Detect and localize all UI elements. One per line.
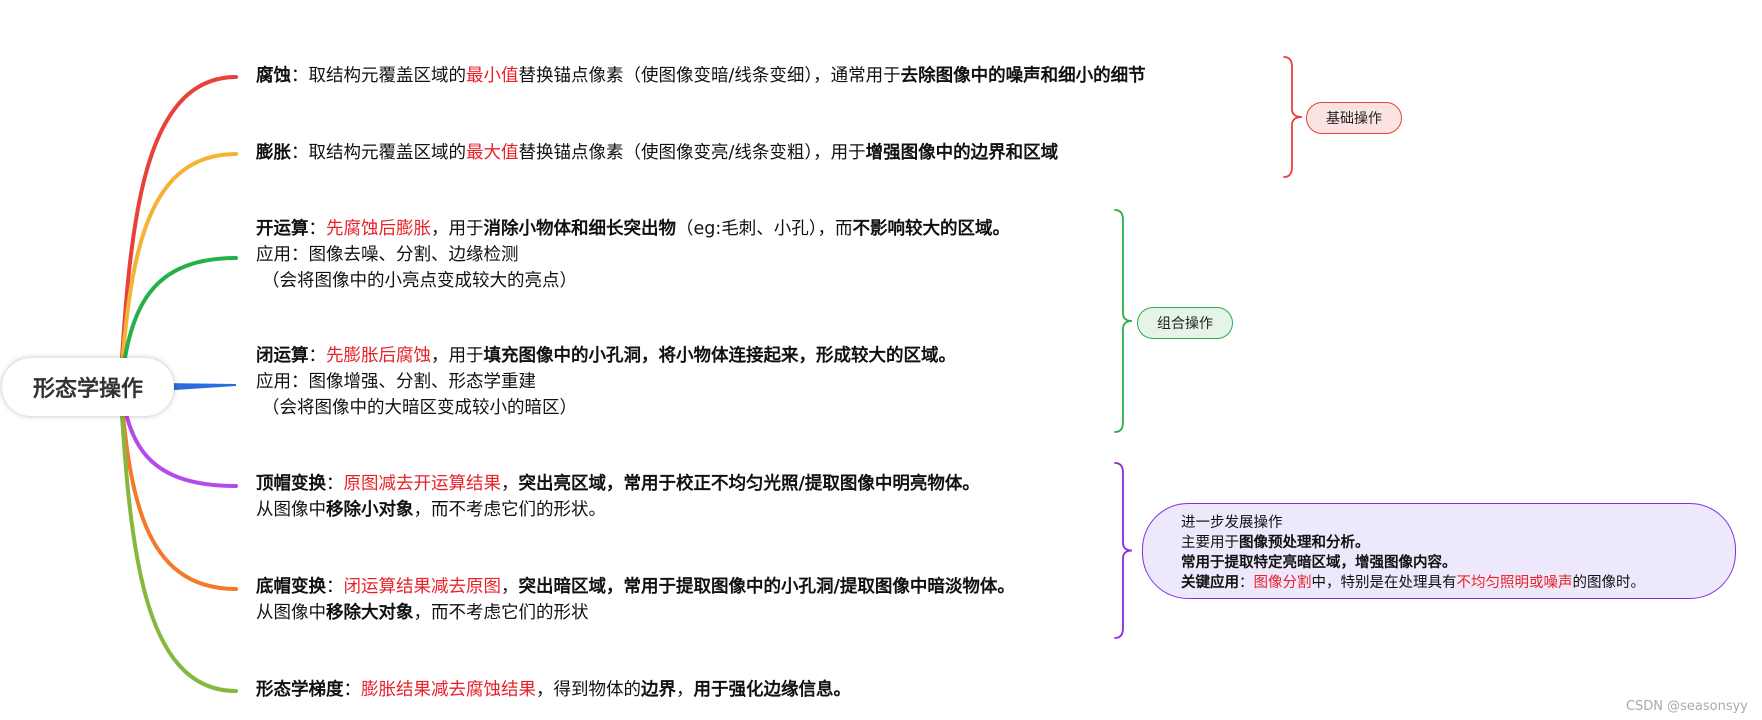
note-line-1: 进一步发展操作 xyxy=(1181,513,1735,533)
bold-text: 膨胀 xyxy=(256,143,291,163)
plain-text: 替换锚点像素（使图像变暗/线条变细），通常用于 xyxy=(518,66,901,86)
plain-text: ： xyxy=(308,346,327,366)
bold-text: 不影响较大的区域。 xyxy=(852,219,1011,239)
highlight-text: 闭运算结果减去原图 xyxy=(343,577,502,597)
item-closing-line-3: （会将图像中的大暗区变成较小的暗区） xyxy=(262,395,577,421)
plain-text: ， xyxy=(501,474,519,494)
root-label: 形态学操作 xyxy=(32,377,143,402)
highlight-text: 先膨胀后腐蚀 xyxy=(326,346,431,366)
bold-text: 关键应用 xyxy=(1181,575,1239,591)
watermark: CSDN @seasonsyy xyxy=(1625,699,1748,714)
item-blackhat-line-1: 底帽变换：闭运算结果减去原图，突出暗区域，常用于提取图像中的小孔洞/提取图像中暗… xyxy=(256,574,1015,600)
bold-text: 突出暗区域，常用于提取图像中的小孔洞/提取图像中暗淡物体。 xyxy=(518,577,1015,597)
plain-text: （eg:毛刺、小孔），而 xyxy=(676,219,853,239)
plain-text: ， xyxy=(501,577,519,597)
group-tag-combined-label: 组合操作 xyxy=(1157,316,1213,332)
plain-text: （会将图像中的小亮点变成较大的亮点） xyxy=(262,271,577,291)
bold-text: 用于强化边缘信息。 xyxy=(693,680,852,700)
item-dilation-line-1: 膨胀：取结构元覆盖区域的最大值替换锚点像素（使图像变亮/线条变粗），用于增强图像… xyxy=(256,140,1058,166)
bold-text: 顶帽变换 xyxy=(256,474,326,494)
item-erosion-line-1: 腐蚀：取结构元覆盖区域的最小值替换锚点像素（使图像变暗/线条变细），通常用于去除… xyxy=(256,63,1146,89)
plain-text: ，用于 xyxy=(431,346,484,366)
advanced-operations-note: 进一步发展操作 主要用于图像预处理和分析。 常用于提取特定亮暗区域，增强图像内容。关… xyxy=(1142,503,1736,599)
bold-text: 腐蚀 xyxy=(256,66,291,86)
item-opening-line-2: 应用：图像去噪、分割、边缘检测 xyxy=(256,242,519,268)
bold-text: 增强图像中的边界和区域 xyxy=(865,143,1059,163)
bold-text: 突出亮区域，常用于校正不均匀光照/提取图像中明亮物体。 xyxy=(518,474,980,494)
bold-text: 消除小物体和细长突出物 xyxy=(483,219,677,239)
bold-text: 开运算 xyxy=(256,219,309,239)
plain-text: ， xyxy=(676,680,694,700)
plain-text: 应用：图像增强、分割、形态学重建 xyxy=(256,372,536,392)
plain-text: ，而不考虑它们的形状。 xyxy=(413,500,607,520)
plain-text: 替换锚点像素（使图像变亮/线条变粗），用于 xyxy=(518,143,866,163)
item-opening-line-1: 开运算：先腐蚀后膨胀，用于消除小物体和细长突出物（eg:毛刺、小孔），而不影响较… xyxy=(256,216,1010,242)
bold-text: 填充图像中的小孔洞，将小物体连接起来，形成较大的区域。 xyxy=(483,346,957,366)
bracket-basic xyxy=(1283,56,1303,178)
plain-text: （会将图像中的大暗区变成较小的暗区） xyxy=(262,398,577,418)
bold-text: 形态学梯度 xyxy=(256,680,344,700)
plain-text: ，得到物体的 xyxy=(536,680,641,700)
branch-gradient xyxy=(118,385,238,693)
plain-text: ： xyxy=(326,577,344,597)
plain-text: ，而不考虑它们的形状 xyxy=(413,603,589,623)
plain-text: ：取结构元覆盖区域的 xyxy=(291,66,466,86)
bold-text: 去除图像中的噪声和细小的细节 xyxy=(900,66,1146,86)
bracket-combined xyxy=(1114,209,1133,433)
note-line-3: 常用于提取特定亮暗区域，增强图像内容。 xyxy=(1181,553,1735,573)
branch-erosion xyxy=(118,75,238,389)
plain-text: ： xyxy=(343,680,362,700)
bold-text: 常用于提取特定亮暗区域，增强图像内容。 xyxy=(1181,555,1457,571)
group-tag-basic-label: 基础操作 xyxy=(1326,111,1382,127)
plain-text: ： xyxy=(308,219,327,239)
note-line-4: 关键应用：图像分割中，特别是在处理具有不均匀照明或噪声的图像时。 xyxy=(1181,573,1735,593)
plain-text: 应用：图像去噪、分割、边缘检测 xyxy=(256,245,519,265)
bold-text: 移除小对象 xyxy=(326,500,414,520)
group-tag-combined: 组合操作 xyxy=(1137,307,1233,339)
plain-text: ： xyxy=(326,474,344,494)
bold-text: 移除大对象 xyxy=(326,603,414,623)
plain-text: ，用于 xyxy=(431,219,484,239)
note-line-2: 主要用于图像预处理和分析。 xyxy=(1181,533,1735,553)
item-gradient-line-1: 形态学梯度：膨胀结果减去腐蚀结果，得到物体的边界，用于强化边缘信息。 xyxy=(256,677,851,703)
highlight-text: 图像分割 xyxy=(1253,575,1312,591)
root-node: 形态学操作 xyxy=(2,358,174,416)
highlight-text: 最小值 xyxy=(466,66,519,86)
item-closing-line-2: 应用：图像增强、分割、形态学重建 xyxy=(256,369,536,395)
highlight-text: 原图减去开运算结果 xyxy=(343,474,502,494)
bold-text: 图像预处理和分析。 xyxy=(1239,535,1370,551)
highlight-text: 不均匀照明或噪声 xyxy=(1456,575,1573,591)
bold-text: 边界 xyxy=(641,680,676,700)
plain-text: ：取结构元覆盖区域的 xyxy=(291,143,466,163)
highlight-text: 膨胀结果减去腐蚀结果 xyxy=(361,680,536,700)
item-tophat-line-2: 从图像中移除小对象，而不考虑它们的形状。 xyxy=(256,497,606,523)
highlight-text: 最大值 xyxy=(466,143,519,163)
plain-text: 从图像中 xyxy=(256,603,326,623)
plain-text: ： xyxy=(1239,575,1254,591)
bold-text: 底帽变换 xyxy=(256,577,326,597)
plain-text: 进一步发展操作 xyxy=(1181,515,1283,531)
group-tag-basic: 基础操作 xyxy=(1306,102,1402,134)
plain-text: 的图像时。 xyxy=(1572,575,1646,591)
plain-text: 从图像中 xyxy=(256,500,326,520)
plain-text: 主要用于 xyxy=(1181,535,1239,551)
bold-text: 闭运算 xyxy=(256,346,309,366)
highlight-text: 先腐蚀后膨胀 xyxy=(326,219,431,239)
item-blackhat-line-2: 从图像中移除大对象，而不考虑它们的形状 xyxy=(256,600,589,626)
plain-text: 中，特别是在处理具有 xyxy=(1311,575,1457,591)
item-closing-line-1: 闭运算：先膨胀后腐蚀，用于填充图像中的小孔洞，将小物体连接起来，形成较大的区域。 xyxy=(256,343,956,369)
bracket-advanced xyxy=(1114,462,1133,639)
item-tophat-line-1: 顶帽变换：原图减去开运算结果，突出亮区域，常用于校正不均匀光照/提取图像中明亮物… xyxy=(256,471,980,497)
item-opening-line-3: （会将图像中的小亮点变成较大的亮点） xyxy=(262,268,577,294)
